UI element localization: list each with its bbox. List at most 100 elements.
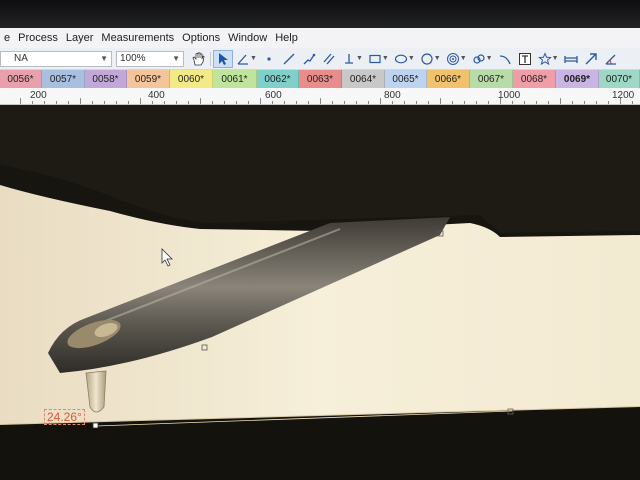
- ruler-tick: [140, 98, 141, 104]
- chevron-down-icon[interactable]: ▼: [382, 55, 389, 62]
- parallel-lines-icon[interactable]: [319, 50, 339, 68]
- menu-help[interactable]: Help: [271, 32, 302, 44]
- menu-options[interactable]: Options: [178, 32, 224, 44]
- application-window: e Process Layer Measurements Options Win…: [0, 0, 640, 480]
- image-tab[interactable]: 0068*: [513, 70, 556, 88]
- chevron-down-icon: ▼: [100, 54, 108, 63]
- ruler-tick: [464, 101, 465, 104]
- ruler-tick: [572, 101, 573, 104]
- chevron-down-icon[interactable]: ▼: [552, 55, 559, 62]
- ruler-label: 1200: [612, 90, 635, 101]
- ruler-tick: [284, 101, 285, 104]
- ruler-tick: [584, 101, 585, 104]
- ruler-tick: [152, 101, 153, 104]
- ruler-tick: [188, 101, 189, 104]
- ruler-tick: [560, 98, 561, 104]
- scale-icon[interactable]: [561, 50, 581, 68]
- chevron-down-icon[interactable]: ▼: [356, 55, 363, 62]
- menu-file[interactable]: e: [0, 32, 14, 44]
- image-tab[interactable]: 0059*: [127, 70, 170, 88]
- hand-icon[interactable]: [188, 50, 208, 68]
- chevron-down-icon[interactable]: ▼: [434, 55, 441, 62]
- ruler-tick: [116, 101, 117, 104]
- ruler-tick: [272, 101, 273, 104]
- ruler-tick: [404, 101, 405, 104]
- angle-measurement-label[interactable]: 24.26°: [44, 409, 85, 425]
- ruler-tick: [476, 101, 477, 104]
- ruler-tick: [176, 101, 177, 104]
- ruler-tick: [212, 101, 213, 104]
- ruler-tick: [596, 101, 597, 104]
- ruler-tick: [632, 101, 633, 104]
- ruler-label: 800: [384, 90, 401, 101]
- measurement-handle[interactable]: [92, 422, 99, 429]
- ruler-tick: [608, 101, 609, 104]
- ruler-tick: [356, 101, 357, 104]
- ruler-label: 400: [148, 90, 165, 101]
- chevron-down-icon[interactable]: ▼: [250, 55, 257, 62]
- menu-layer[interactable]: Layer: [62, 32, 98, 44]
- zoom-select-value: 100%: [120, 53, 146, 64]
- ruler-tick: [440, 98, 441, 104]
- ruler-tick: [308, 101, 309, 104]
- line-icon[interactable]: [279, 50, 299, 68]
- microscope-image: [0, 105, 640, 480]
- chevron-down-icon[interactable]: ▼: [408, 55, 415, 62]
- ruler-tick: [536, 101, 537, 104]
- image-tab[interactable]: 0064*: [342, 70, 385, 88]
- menu-process[interactable]: Process: [14, 32, 62, 44]
- polyline-icon[interactable]: [299, 50, 319, 68]
- ruler-tick: [416, 101, 417, 104]
- monitor-bezel: [0, 0, 640, 28]
- angle-measure-icon[interactable]: [601, 50, 621, 68]
- point-icon[interactable]: [259, 50, 279, 68]
- ruler-tick: [620, 98, 621, 104]
- ruler-tick: [512, 101, 513, 104]
- ruler-label: 600: [265, 90, 282, 101]
- ruler-tick: [32, 101, 33, 104]
- arc-icon[interactable]: [495, 50, 515, 68]
- image-tab[interactable]: 0063*: [299, 70, 342, 88]
- ruler-tick: [524, 101, 525, 104]
- ruler-tick: [80, 98, 81, 104]
- image-tab[interactable]: 0062*: [257, 70, 299, 88]
- ruler-tick: [128, 101, 129, 104]
- ruler-tick: [20, 98, 21, 104]
- arrow-icon[interactable]: [581, 50, 601, 68]
- ruler-tick: [368, 101, 369, 104]
- image-tab[interactable]: 0057*: [42, 70, 85, 88]
- pointer-icon[interactable]: [213, 49, 233, 68]
- ruler-tick: [200, 98, 201, 104]
- image-tab[interactable]: 0066*: [427, 70, 470, 88]
- ruler-tick: [296, 101, 297, 104]
- zoom-select[interactable]: 100% ▼: [116, 50, 184, 67]
- image-tab[interactable]: 0067*: [470, 70, 513, 88]
- image-tab[interactable]: 0070*: [599, 70, 640, 88]
- image-tab[interactable]: 0061*: [213, 70, 257, 88]
- layer-select[interactable]: NA ▼: [0, 50, 112, 67]
- ruler-tick: [260, 98, 261, 104]
- ruler-tick: [344, 101, 345, 104]
- ruler-tick: [428, 101, 429, 104]
- chevron-down-icon[interactable]: ▼: [460, 55, 467, 62]
- image-tab[interactable]: 0058*: [85, 70, 127, 88]
- layer-select-value: NA: [14, 53, 28, 64]
- chevron-down-icon[interactable]: ▼: [486, 55, 493, 62]
- image-tab[interactable]: 0065*: [385, 70, 427, 88]
- menu-measurements[interactable]: Measurements: [97, 32, 178, 44]
- text-icon[interactable]: [515, 50, 535, 68]
- ruler-tick: [104, 101, 105, 104]
- image-canvas[interactable]: [0, 105, 640, 480]
- ruler-tick: [224, 101, 225, 104]
- ruler-tick: [248, 101, 249, 104]
- ruler-tick: [488, 101, 489, 104]
- ruler-tick: [236, 101, 237, 104]
- image-tab[interactable]: 0056*: [0, 70, 42, 88]
- ruler-label: 200: [30, 90, 47, 101]
- toolbar: NA ▼ 100% ▼ ▼ ▼ ▼ ▼ ▼ ▼ ▼ ▼: [0, 48, 640, 70]
- image-tab[interactable]: 0060*: [170, 70, 213, 88]
- menubar: e Process Layer Measurements Options Win…: [0, 28, 640, 48]
- image-tab[interactable]: 0069*: [556, 70, 599, 88]
- menu-window[interactable]: Window: [224, 32, 271, 44]
- ruler-tick: [56, 101, 57, 104]
